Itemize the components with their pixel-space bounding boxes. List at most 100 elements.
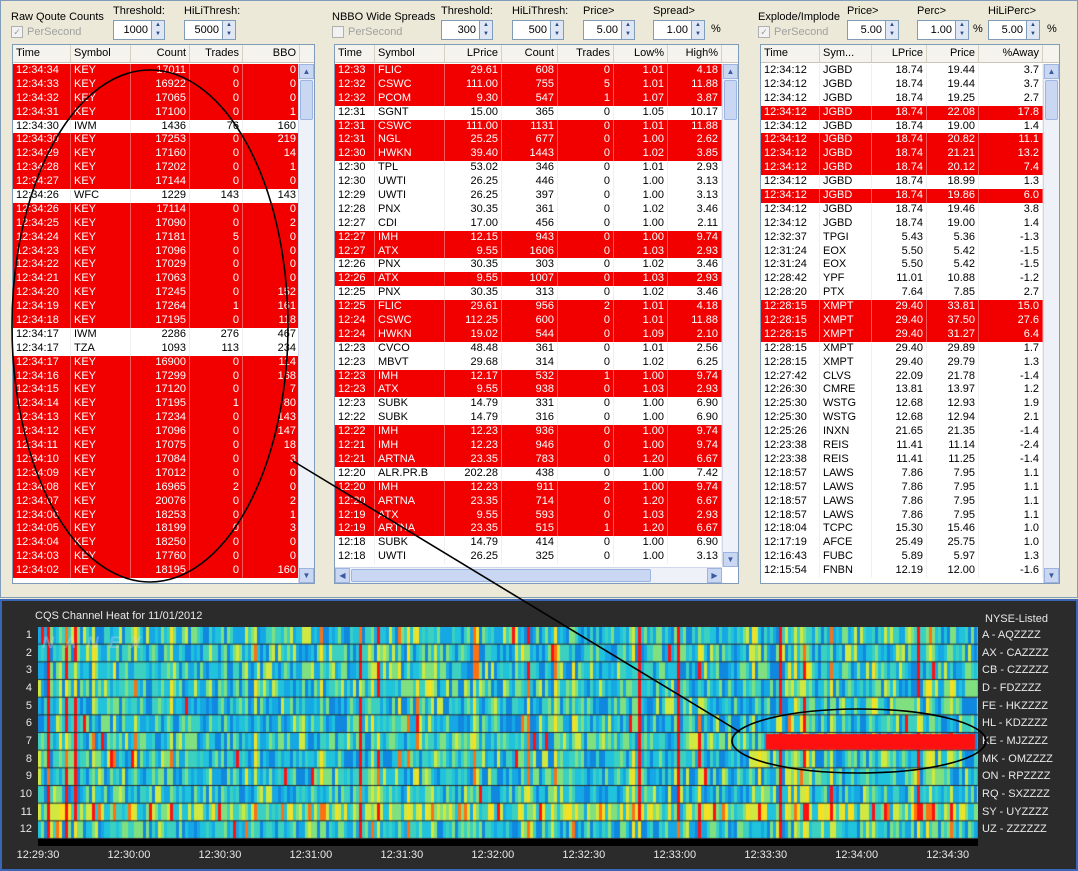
table-row[interactable]: 12:34:12 JGBD 18.74 21.21 13.2 <box>761 147 1043 162</box>
table-row[interactable]: 12:34:12 KEY 17096 0 147 <box>13 425 300 440</box>
table-row[interactable]: 12:21 ARTNA 23.35 783 0 1.20 6.67 <box>335 452 722 467</box>
table-row[interactable]: 12:34:32 KEY 17065 0 0 <box>13 91 300 106</box>
col-header[interactable]: Sym... <box>820 45 872 62</box>
table-row[interactable]: 12:18:57 LAWS 7.86 7.95 1.1 <box>761 466 1043 481</box>
table-row[interactable]: 12:25 FLIC 29.61 956 2 1.01 4.18 <box>335 300 722 315</box>
table-row[interactable]: 12:34:12 JGBD 18.74 19.25 2.7 <box>761 91 1043 106</box>
table-row[interactable]: 12:28:20 PTX 7.64 7.85 2.7 <box>761 286 1043 301</box>
table-row[interactable]: 12:34:22 KEY 17029 0 0 <box>13 258 300 273</box>
table-row[interactable]: 12:18 SUBK 14.79 414 0 1.00 6.90 <box>335 536 722 551</box>
table-row[interactable]: 12:34:12 JGBD 18.74 20.82 11.1 <box>761 133 1043 148</box>
col-header[interactable]: LPrice <box>872 45 927 62</box>
table-row[interactable]: 12:31 CSWC 111.00 1131 0 1.01 11.88 <box>335 119 722 134</box>
raw-threshold-input[interactable]: 1000 ▲ ▼ <box>113 20 165 40</box>
table-row[interactable]: 12:34:05 KEY 18199 0 3 <box>13 522 300 537</box>
table-row[interactable]: 12:27:42 CLVS 22.09 21.78 -1.4 <box>761 369 1043 384</box>
table-row[interactable]: 12:25:26 INXN 21.65 21.35 -1.4 <box>761 425 1043 440</box>
table-row[interactable]: 12:20 ARTNA 23.35 714 0 1.20 6.67 <box>335 494 722 509</box>
table-row[interactable]: 12:21 IMH 12.23 946 0 1.00 9.74 <box>335 439 722 453</box>
table-row[interactable]: 12:34:11 KEY 17075 0 18 <box>13 439 300 453</box>
table-row[interactable]: 12:34:19 KEY 17264 1 161 <box>13 300 300 315</box>
heatmap-canvas[interactable] <box>38 627 978 839</box>
table-row[interactable]: 12:23:38 REIS 11.41 11.14 -2.4 <box>761 439 1043 453</box>
table-row[interactable]: 12:34:33 KEY 16922 0 0 <box>13 77 300 92</box>
table-row[interactable]: 12:34:21 KEY 17063 0 0 <box>13 272 300 287</box>
explode-hiliperc-input[interactable]: 5.00 ▲ ▼ <box>988 20 1040 40</box>
table-row[interactable]: 12:30 HWKN 39.40 1443 0 1.02 3.85 <box>335 147 722 162</box>
table-row[interactable]: 12:32 PCOM 9.30 547 1 1.07 3.87 <box>335 91 722 106</box>
raw-hili-input[interactable]: 5000 ▲ ▼ <box>184 20 236 40</box>
spin-up-icon[interactable]: ▲ <box>152 21 164 30</box>
table-row[interactable]: 12:30 UWTI 26.25 446 0 1.00 3.13 <box>335 175 722 190</box>
spin-up-icon[interactable]: ▲ <box>551 21 563 30</box>
table-row[interactable]: 12:34:30 KEY 17253 0 219 <box>13 133 300 148</box>
scroll-right-icon[interactable]: ▶ <box>707 568 722 583</box>
table-row[interactable]: 12:34:12 JGBD 18.74 19.86 6.0 <box>761 189 1043 203</box>
col-header[interactable]: Time <box>761 45 820 62</box>
table-row[interactable]: 12:31:24 EOX 5.50 5.42 -1.5 <box>761 244 1043 259</box>
table-row[interactable]: 12:34:02 KEY 18195 0 160 <box>13 564 300 578</box>
table-row[interactable]: 12:18:04 TCPC 15.30 15.46 1.0 <box>761 522 1043 537</box>
table-row[interactable]: 12:23 MBVT 29.68 314 0 1.02 6.25 <box>335 355 722 370</box>
table-row[interactable]: 12:34:17 KEY 16900 0 114 <box>13 355 300 370</box>
table-row[interactable]: 12:34:03 KEY 17760 0 0 <box>13 550 300 565</box>
table-row[interactable]: 12:31 SGNT 15.00 365 0 1.05 10.17 <box>335 105 722 120</box>
table-row[interactable]: 12:28:15 XMPT 29.40 33.81 15.0 <box>761 300 1043 315</box>
table-row[interactable]: 12:24 CSWC 112.25 600 0 1.01 11.88 <box>335 314 722 328</box>
table-row[interactable]: 12:34:15 KEY 17120 0 7 <box>13 383 300 398</box>
table-row[interactable]: 12:18:57 LAWS 7.86 7.95 1.1 <box>761 508 1043 523</box>
nbbo-persecond-checkbox[interactable]: PerSecond <box>332 26 402 38</box>
table-row[interactable]: 12:34:17 IWM 2286 276 467 <box>13 327 300 342</box>
scroll-thumb[interactable] <box>351 569 651 582</box>
table-row[interactable]: 12:18 UWTI 26.25 325 0 1.00 3.13 <box>335 550 722 565</box>
col-header[interactable]: BBO <box>243 45 300 62</box>
table-row[interactable]: 12:17:19 AFCE 25.49 25.75 1.0 <box>761 536 1043 551</box>
table-row[interactable]: 12:34:20 KEY 17245 0 152 <box>13 286 300 301</box>
nbbo-hscrollbar[interactable]: ◀ ▶ <box>335 567 722 583</box>
nbbo-scrollbar[interactable]: ▲ ▼ <box>722 64 738 567</box>
spin-up-icon[interactable]: ▲ <box>1027 21 1039 30</box>
table-row[interactable]: 12:26 PNX 30.35 303 0 1.02 3.46 <box>335 258 722 273</box>
spin-down-icon[interactable]: ▼ <box>551 30 563 39</box>
scroll-left-icon[interactable]: ◀ <box>335 568 350 583</box>
table-row[interactable]: 12:20 ALR.PR.B 202.28 438 0 1.00 7.42 <box>335 466 722 481</box>
table-row[interactable]: 12:30 TPL 53.02 346 0 1.01 2.93 <box>335 161 722 176</box>
explode-perc-input[interactable]: 1.00 ▲ ▼ <box>917 20 969 40</box>
raw-persecond-checkbox[interactable]: ✓ PerSecond <box>11 26 81 38</box>
table-row[interactable]: 12:23 ATX 9.55 938 0 1.03 2.93 <box>335 383 722 398</box>
spin-up-icon[interactable]: ▲ <box>480 21 492 30</box>
table-row[interactable]: 12:34:12 JGBD 18.74 19.00 1.4 <box>761 119 1043 134</box>
table-row[interactable]: 12:34:10 KEY 17084 0 3 <box>13 452 300 467</box>
table-row[interactable]: 12:26:30 CMRE 13.81 13.97 1.2 <box>761 383 1043 398</box>
table-row[interactable]: 12:34:12 JGBD 18.74 22.08 17.8 <box>761 105 1043 120</box>
nbbo-hili-input[interactable]: 500 ▲ ▼ <box>512 20 564 40</box>
scroll-up-icon[interactable]: ▲ <box>723 64 738 79</box>
table-row[interactable]: 12:32:37 TPGI 5.43 5.36 -1.3 <box>761 230 1043 245</box>
table-row[interactable]: 12:28:15 XMPT 29.40 29.89 1.7 <box>761 341 1043 356</box>
table-row[interactable]: 12:18:57 LAWS 7.86 7.95 1.1 <box>761 480 1043 495</box>
table-row[interactable]: 12:34:26 WFC 1229 143 143 <box>13 189 300 203</box>
table-row[interactable]: 12:27 CDI 17.00 456 0 1.00 2.11 <box>335 216 722 231</box>
table-row[interactable]: 12:34:04 KEY 18250 0 0 <box>13 536 300 551</box>
scroll-up-icon[interactable]: ▲ <box>1044 64 1059 79</box>
spin-up-icon[interactable]: ▲ <box>956 21 968 30</box>
table-row[interactable]: 12:34:34 KEY 17011 0 0 <box>13 64 300 78</box>
table-row[interactable]: 12:16:43 FUBC 5.89 5.97 1.3 <box>761 550 1043 565</box>
col-header[interactable]: %Away <box>979 45 1043 62</box>
table-row[interactable]: 12:15:54 FNBN 12.19 12.00 -1.6 <box>761 564 1043 578</box>
table-row[interactable]: 12:34:26 KEY 17114 0 0 <box>13 202 300 217</box>
table-row[interactable]: 12:23 SUBK 14.79 331 0 1.00 6.90 <box>335 397 722 412</box>
table-row[interactable]: 12:23 CVCO 48.48 361 0 1.01 2.56 <box>335 341 722 356</box>
col-header[interactable]: Count <box>502 45 558 62</box>
spin-down-icon[interactable]: ▼ <box>622 30 634 39</box>
col-header[interactable]: High% <box>668 45 722 62</box>
table-row[interactable]: 12:25:30 WSTG 12.68 12.93 1.9 <box>761 397 1043 412</box>
table-row[interactable]: 12:28:15 XMPT 29.40 37.50 27.6 <box>761 314 1043 328</box>
col-header[interactable]: LPrice <box>445 45 502 62</box>
table-row[interactable]: 12:34:12 JGBD 18.74 19.46 3.8 <box>761 202 1043 217</box>
table-row[interactable]: 12:23:38 REIS 11.41 11.25 -1.4 <box>761 452 1043 467</box>
table-row[interactable]: 12:34:12 JGBD 18.74 20.12 7.4 <box>761 161 1043 176</box>
table-row[interactable]: 12:34:28 KEY 17202 0 1 <box>13 161 300 176</box>
table-row[interactable]: 12:34:27 KEY 17144 0 0 <box>13 175 300 190</box>
table-row[interactable]: 12:32 CSWC 111.00 755 5 1.01 11.88 <box>335 77 722 92</box>
